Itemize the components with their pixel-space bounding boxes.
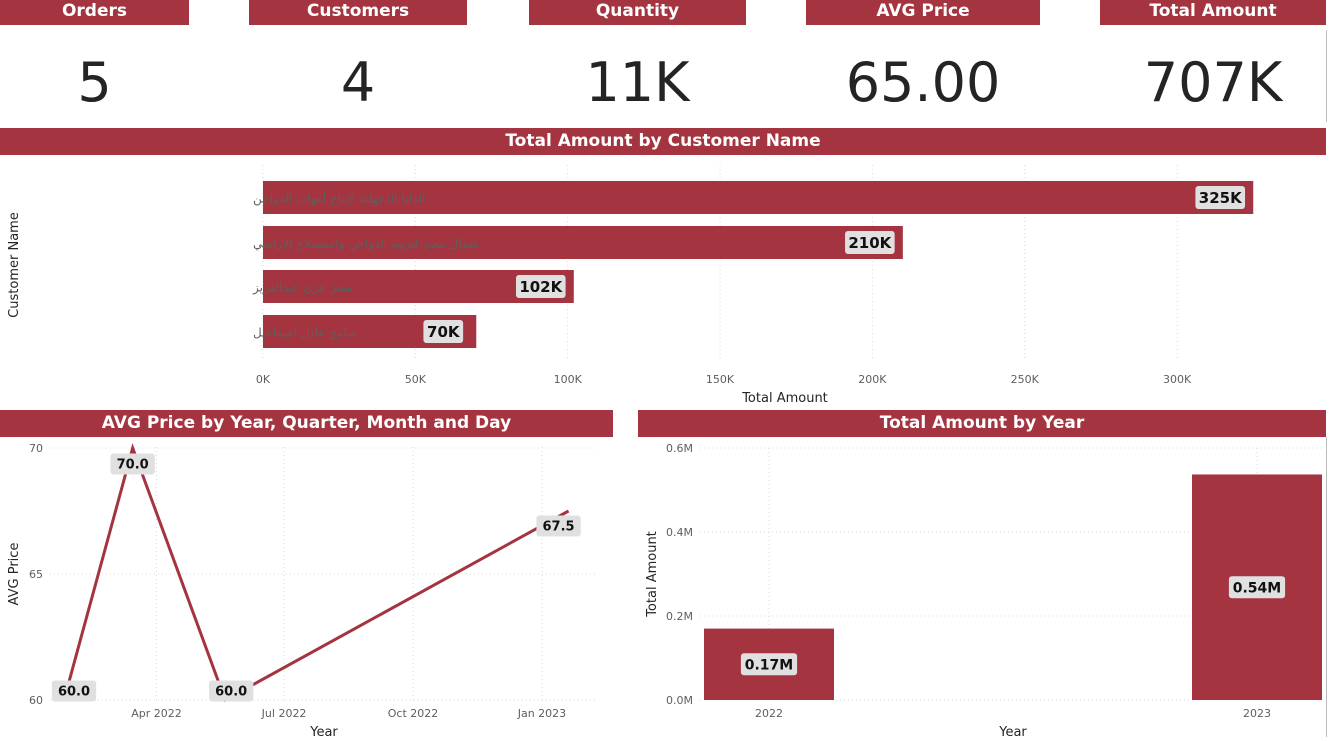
customer-chart: 325K 210K 102K 70K الدلتا الدقهلية لإنتاج أ… <box>7 165 1254 406</box>
bar-data-label: 0.17M <box>745 657 793 673</box>
category-label: سامح عادل اسماعيل <box>253 326 357 340</box>
x-tick-label: Jul 2022 <box>261 707 307 720</box>
y-tick-label: 0.2M <box>666 610 693 623</box>
kpi-customers-title: Customers <box>249 0 467 25</box>
point-data-label: 60.0 <box>58 685 90 700</box>
year-chart: 0.0M 0.2M 0.4M 0.6M 2022 2023 0.17M 0.54M Tota… <box>645 442 1322 740</box>
category-label: الدلتا الدقهلية لإنتاج أمهات الدواجن <box>253 191 426 207</box>
bar-data-label: 0.54M <box>1233 580 1281 596</box>
bar-data-label: 210K <box>848 234 892 252</box>
avg-price-chart: 60 65 70 Apr 2022 Jul 2022 Oct 2022 Jan 2023 6… <box>7 442 598 740</box>
kpi-quantity-value: 11K <box>585 51 690 114</box>
year-chart-title: Total Amount by Year <box>638 410 1326 437</box>
avg-price-chart-xlabel: Year <box>309 725 338 740</box>
point-data-label: 67.5 <box>543 520 575 535</box>
x-tick-label: 2023 <box>1243 707 1271 720</box>
x-tick-label: Jan 2023 <box>517 707 566 720</box>
y-tick-label: 0.4M <box>666 526 693 539</box>
y-tick-label: 0.6M <box>666 442 693 455</box>
year-chart-xlabel: Year <box>998 725 1027 740</box>
line-series <box>62 443 570 703</box>
category-label: معتز عزى عبدالعزيز <box>252 281 353 296</box>
customer-chart-ylabel: Customer Name <box>7 212 22 318</box>
kpi-avg-price-value: 65.00 <box>845 51 1001 114</box>
kpi-customers-value: 4 <box>340 51 376 114</box>
x-tick-label: 200K <box>858 373 887 386</box>
x-tick-label: 100K <box>554 373 583 386</box>
frame-divider <box>1326 437 1327 737</box>
y-tick-label: 70 <box>29 442 43 455</box>
kpi-avg-price-title: AVG Price <box>806 0 1040 25</box>
bar-data-label: 70K <box>427 323 461 341</box>
kpi-total-amount-title: Total Amount <box>1100 0 1326 25</box>
x-tick-label: Oct 2022 <box>388 707 439 720</box>
year-chart-ylabel: Total Amount <box>645 531 660 618</box>
bar-data-label: 102K <box>519 278 563 296</box>
customer-chart-title: Total Amount by Customer Name <box>0 128 1326 155</box>
customer-chart-xlabel: Total Amount <box>741 391 828 406</box>
category-label: شمال مصر لتربية الدواجن واستصلاح الاراضي <box>253 237 479 252</box>
bar-data-label: 325K <box>1199 189 1243 207</box>
x-tick-label: 0K <box>256 373 271 386</box>
avg-price-chart-ylabel: AVG Price <box>7 543 22 606</box>
point-data-label: 70.0 <box>117 458 149 473</box>
point-data-label: 60.0 <box>215 685 247 700</box>
x-tick-label: 150K <box>706 373 735 386</box>
x-tick-label: Apr 2022 <box>131 707 182 720</box>
kpi-total-amount-value: 707K <box>1143 51 1283 114</box>
y-tick-label: 60 <box>29 694 43 707</box>
y-tick-label: 0.0M <box>666 694 693 707</box>
x-tick-label: 2022 <box>755 707 783 720</box>
y-tick-label: 65 <box>29 568 43 581</box>
avg-price-chart-title: AVG Price by Year, Quarter, Month and Da… <box>0 410 613 437</box>
kpi-quantity-title: Quantity <box>529 0 746 25</box>
frame-divider <box>1326 30 1327 122</box>
kpi-orders-title: Orders <box>0 0 189 25</box>
kpi-orders-value: 5 <box>77 51 112 114</box>
x-tick-label: 250K <box>1011 373 1040 386</box>
x-tick-label: 50K <box>405 373 427 386</box>
x-tick-label: 300K <box>1163 373 1192 386</box>
